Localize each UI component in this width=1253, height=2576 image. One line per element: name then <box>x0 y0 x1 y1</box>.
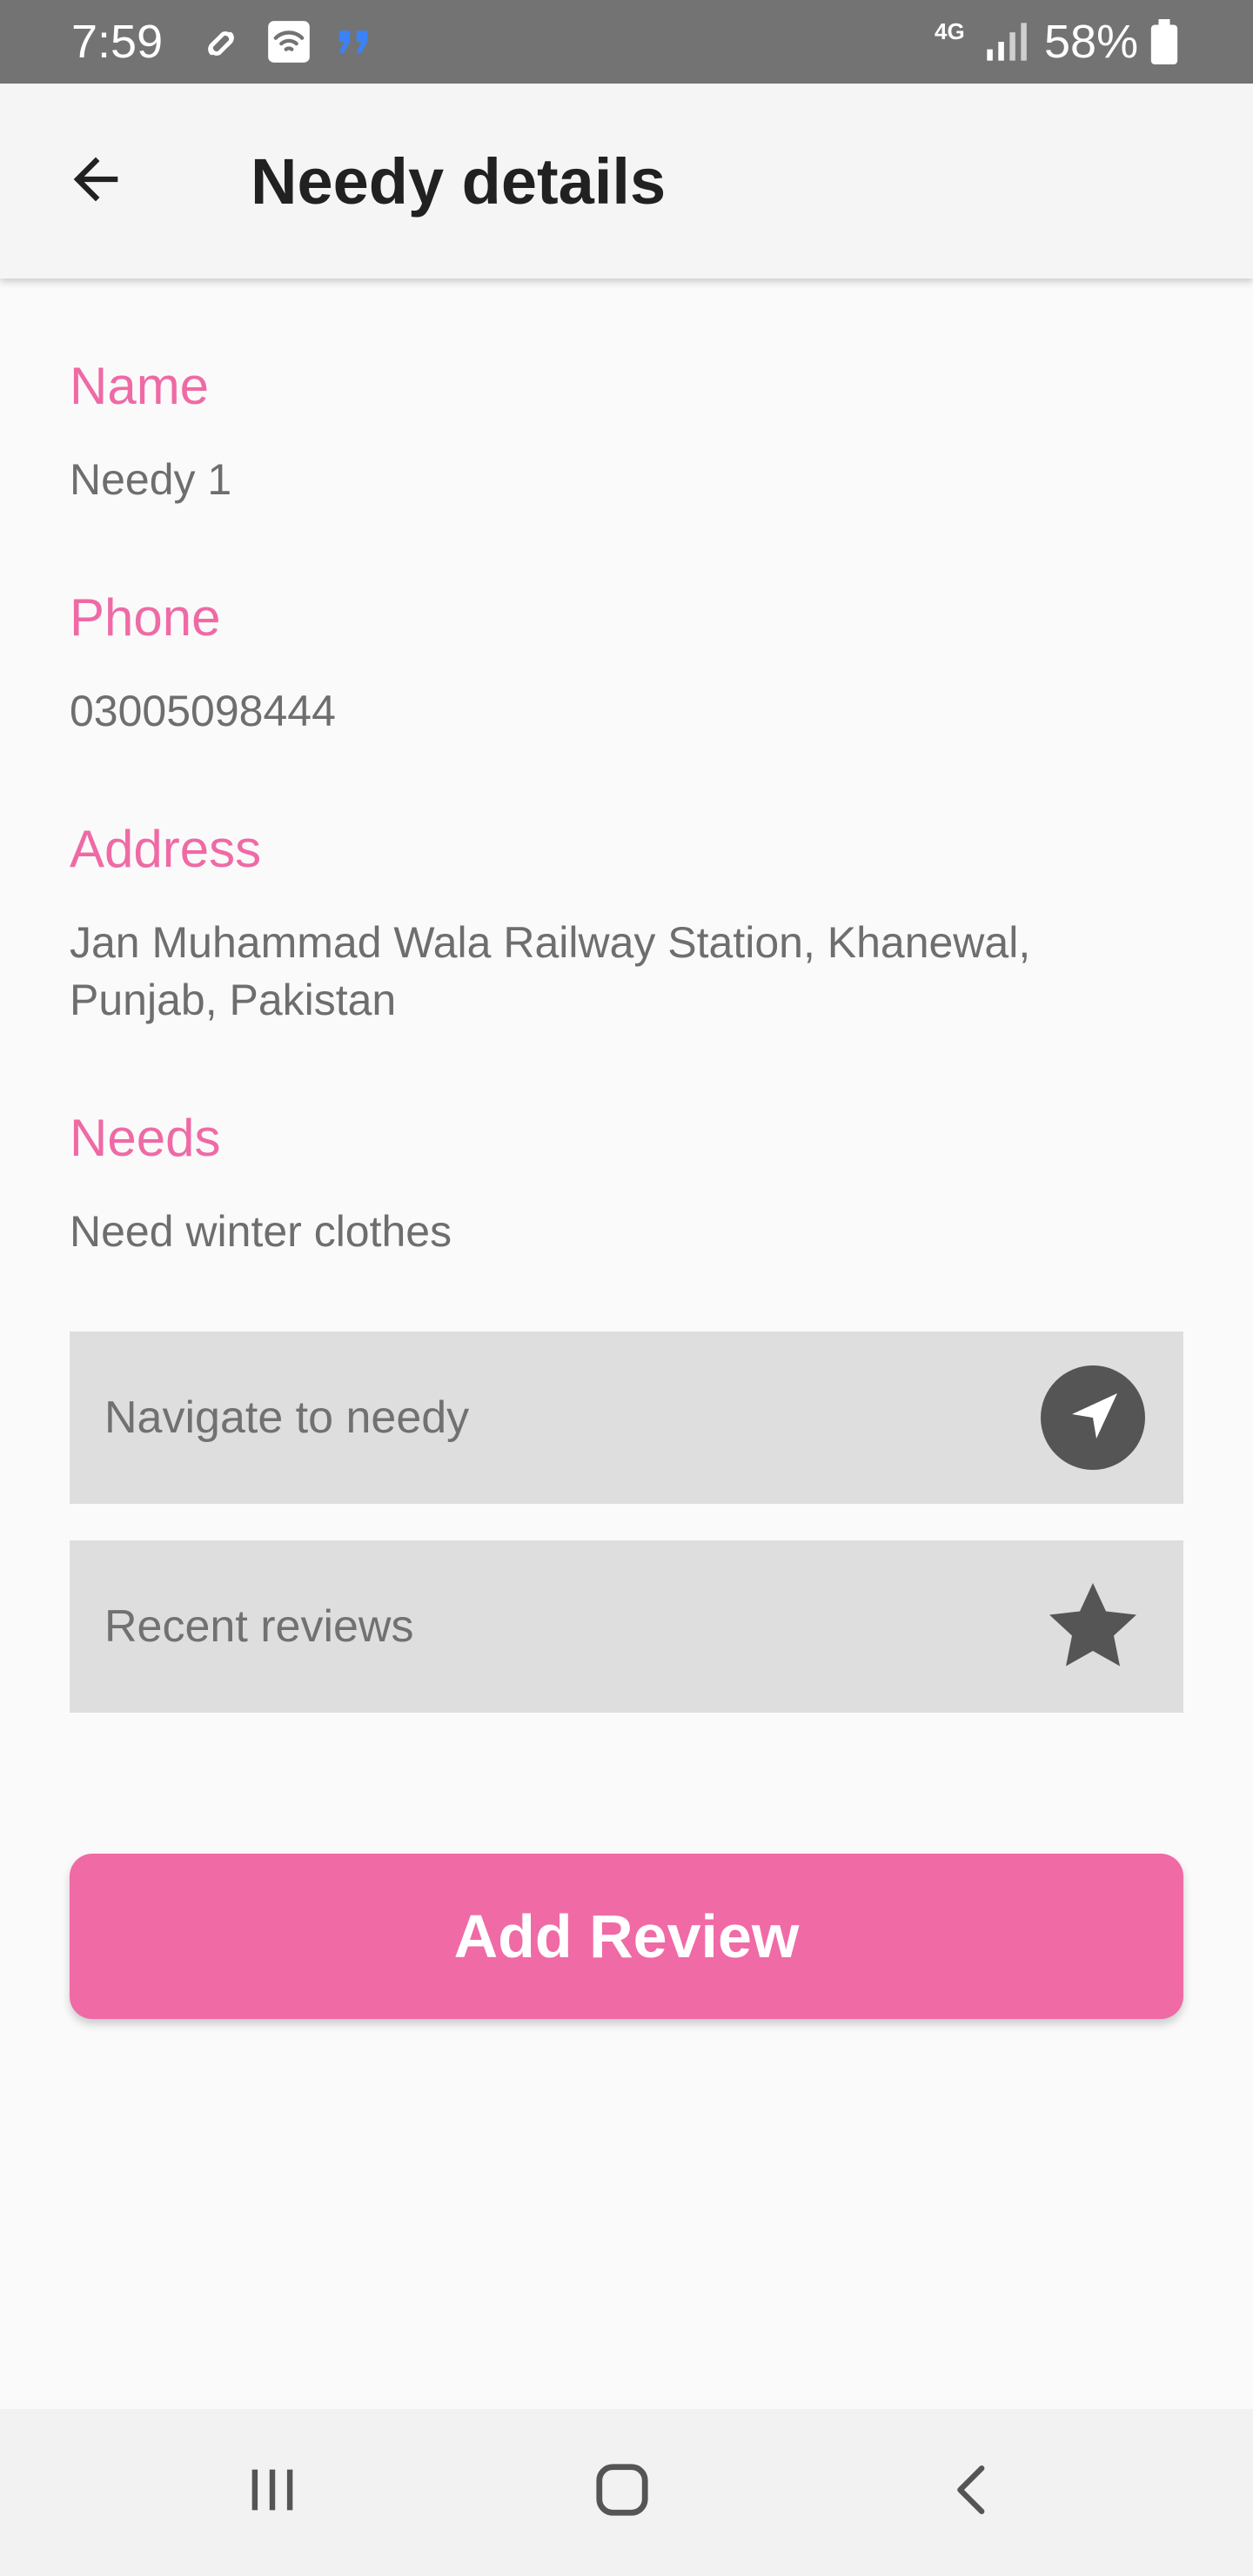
system-back-button[interactable] <box>921 2444 1025 2539</box>
network-label: 4G <box>935 18 965 44</box>
system-nav-bar <box>0 2409 1253 2576</box>
message-icon <box>334 24 372 64</box>
star-icon <box>1041 1574 1145 1679</box>
back-icon <box>942 2459 1003 2525</box>
navigate-to-needy-button[interactable]: Navigate to needy <box>70 1332 1183 1504</box>
name-label: Name <box>70 357 210 415</box>
navigate-label: Navigate to needy <box>104 1392 470 1443</box>
phone-value: 03005098444 <box>70 687 336 735</box>
home-button[interactable] <box>570 2444 674 2539</box>
recent-apps-button[interactable] <box>220 2444 325 2539</box>
app-bar: Needy details <box>0 84 1253 278</box>
reviews-label: Recent reviews <box>104 1601 414 1652</box>
status-time: 7:59 <box>71 16 164 68</box>
navigation-icon <box>1041 1365 1145 1470</box>
add-review-button[interactable]: Add Review <box>70 1854 1183 2019</box>
battery-icon <box>1150 19 1178 69</box>
battery-percent: 58% <box>1044 16 1139 68</box>
back-button[interactable] <box>52 138 139 225</box>
address-value: Jan Muhammad Wala Railway Station, Khane… <box>70 918 1031 1024</box>
network-icon: 4G <box>935 19 965 44</box>
link-icon <box>198 21 244 70</box>
recent-apps-icon <box>242 2459 303 2525</box>
signal-icon <box>983 19 1029 69</box>
name-value: Needy 1 <box>70 455 232 504</box>
wifi-icon <box>266 19 312 69</box>
page-title: Needy details <box>251 145 667 218</box>
recent-reviews-button[interactable]: Recent reviews <box>70 1540 1183 1713</box>
arrow-left-icon <box>63 146 129 217</box>
phone-label: Phone <box>70 588 221 647</box>
needs-value: Need winter clothes <box>70 1207 452 1256</box>
home-icon <box>590 2458 654 2526</box>
status-bar: 7:59 4G 58% <box>0 0 1253 84</box>
address-label: Address <box>70 820 262 878</box>
needs-label: Needs <box>70 1109 221 1167</box>
